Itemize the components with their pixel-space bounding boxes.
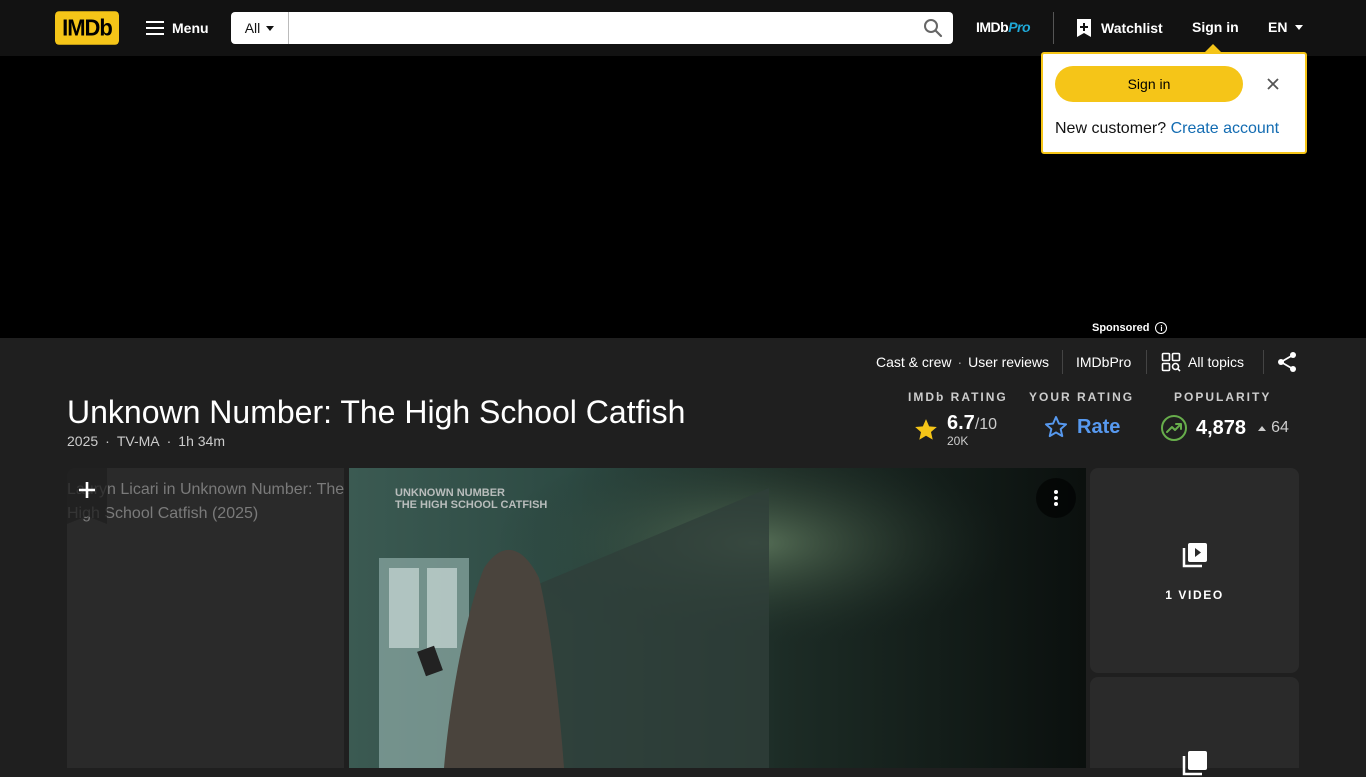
logo-text: IMDb (62, 14, 113, 41)
signin-popup: Sign in New customer? Create account (1041, 52, 1307, 154)
video-overlay-line-2: THE HIGH SCHOOL CATFISH (395, 499, 548, 511)
your-rating-heading: YOUR RATING (1029, 390, 1135, 404)
dot-separator: · (105, 433, 110, 449)
header-divider (1053, 12, 1054, 44)
content-rating-link[interactable]: TV-MA (117, 433, 160, 449)
imdb-rating-block[interactable]: 6.7 /10 20K (913, 412, 997, 448)
watchlist-add-icon (1077, 19, 1091, 37)
videos-card[interactable]: 1 VIDEO (1090, 468, 1299, 673)
imdbpro-link[interactable]: IMDbPro (976, 19, 1031, 35)
watchlist-ribbon[interactable] (67, 468, 107, 524)
poster-alt-text: Lauryn Licari in Unknown Number: The Hig… (67, 481, 344, 522)
page-title: Unknown Number: The High School Catfish (67, 394, 686, 430)
imdbpro-subnav: IMDbPro (1076, 350, 1131, 374)
video-library-icon (1182, 543, 1207, 568)
video-player[interactable]: UNKNOWN NUMBER THE HIGH SCHOOL CATFISH (349, 468, 1086, 768)
language-selector[interactable]: EN (1268, 19, 1304, 35)
video-overlay-line-1: UNKNOWN NUMBER (395, 487, 505, 499)
search-category-label: All (244, 20, 261, 36)
imdb-rating-heading: IMDb RATING (908, 390, 1008, 404)
imdb-score-max: /10 (974, 416, 998, 433)
trending-up-icon (1161, 415, 1187, 441)
signin-link[interactable]: Sign in (1192, 19, 1239, 35)
imdbpro-suffix: Pro (1008, 19, 1031, 35)
subnav-divider (1146, 350, 1147, 374)
search-bar: All (231, 12, 953, 44)
popularity-value: 4,878 (1196, 416, 1247, 439)
new-customer-text: New customer? Create account (1055, 120, 1279, 138)
caret-down-icon (1295, 24, 1304, 30)
menu-button[interactable]: Menu (140, 12, 215, 44)
release-year-link[interactable]: 2025 (67, 433, 98, 449)
top-navbar: IMDb Menu All IMDbPro Watchlist Sign in … (0, 0, 1366, 56)
search-category-dropdown[interactable]: All (231, 12, 289, 44)
imdbpro-subnav-link[interactable]: IMDbPro (1076, 354, 1131, 370)
dot-separator: · (957, 354, 963, 370)
language-label: EN (1268, 19, 1288, 35)
more-options-icon[interactable] (1036, 478, 1076, 518)
videos-count-label: 1 VIDEO (1165, 588, 1224, 602)
popularity-block[interactable]: 4,878 64 (1160, 414, 1289, 442)
imdb-score: 6.7 (947, 412, 975, 434)
new-customer-label: New customer? (1055, 120, 1167, 137)
close-icon[interactable] (1265, 76, 1281, 92)
sponsored-text: Sponsored (1092, 322, 1150, 334)
hamburger-icon (146, 21, 164, 35)
info-icon: i (1155, 322, 1168, 334)
caret-down-icon (266, 25, 275, 31)
title-metadata: 2025 · TV-MA · 1h 34m (67, 433, 225, 449)
create-account-link[interactable]: Create account (1171, 120, 1280, 137)
menu-label: Menu (172, 20, 209, 36)
share-icon[interactable] (1276, 351, 1298, 378)
all-topics-button[interactable]: All topics (1161, 350, 1244, 374)
rate-label: Rate (1077, 415, 1121, 438)
dot-separator: · (166, 433, 172, 449)
watchlist-label: Watchlist (1101, 20, 1163, 36)
photo-library-icon (1182, 751, 1207, 776)
search-icon[interactable] (913, 12, 953, 44)
popularity-change: 64 (1271, 419, 1289, 436)
imdb-vote-count: 20K (947, 434, 969, 448)
search-input[interactable] (289, 12, 913, 44)
popularity-heading: POPULARITY (1174, 390, 1272, 404)
runtime-label: 1h 34m (178, 433, 225, 449)
imdb-logo[interactable]: IMDb (55, 11, 119, 45)
star-outline-icon (1044, 416, 1068, 438)
sponsored-label[interactable]: Sponsored i (1092, 322, 1168, 334)
photos-card[interactable] (1090, 677, 1299, 776)
caret-up-icon (1258, 425, 1267, 431)
subnav-divider (1062, 350, 1063, 374)
watchlist-button[interactable]: Watchlist (1076, 12, 1163, 44)
title-subnav: Cast & crew · User reviews (876, 350, 1049, 374)
video-overlay-title: UNKNOWN NUMBER THE HIGH SCHOOL CATFISH (395, 487, 547, 511)
popup-signin-button[interactable]: Sign in (1055, 66, 1243, 102)
topics-grid-icon (1161, 352, 1181, 372)
poster-image[interactable]: Lauryn Licari in Unknown Number: The Hig… (67, 468, 344, 768)
rate-button[interactable]: Rate (1043, 414, 1120, 440)
cast-crew-link[interactable]: Cast & crew (876, 354, 951, 370)
imdbpro-prefix: IMDb (976, 19, 1009, 35)
star-filled-icon (915, 419, 937, 440)
subnav-divider (1263, 350, 1264, 374)
user-reviews-link[interactable]: User reviews (968, 354, 1049, 370)
all-topics-label: All topics (1188, 354, 1245, 370)
video-thumbnail (349, 468, 1086, 768)
